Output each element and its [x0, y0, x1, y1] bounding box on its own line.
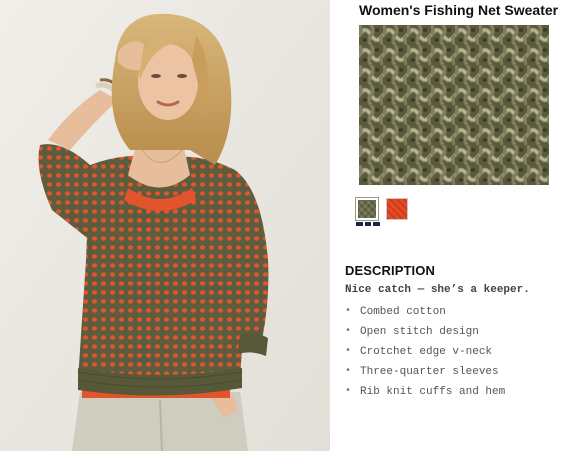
- bullet-icon: •: [345, 366, 352, 377]
- bullet-icon: •: [345, 346, 352, 357]
- description-tagline: Nice catch — she’s a keeper.: [345, 284, 530, 296]
- description-heading: DESCRIPTION: [345, 263, 435, 278]
- feature-text: Crotchet edge v-neck: [360, 346, 493, 358]
- bullet-icon: •: [345, 326, 352, 337]
- swatch-zoom-image: [359, 25, 549, 185]
- product-page: Women's Fishing Net Sweater DESCRIPTION …: [0, 0, 569, 451]
- feature-text: Rib knit cuffs and hem: [360, 386, 506, 398]
- indicator-segment: [373, 222, 381, 226]
- selected-swatch-indicator: [356, 222, 381, 226]
- feature-text: Combed cotton: [360, 306, 446, 318]
- feature-item: • Rib knit cuffs and hem: [345, 385, 505, 405]
- feature-item: • Open stitch design: [345, 325, 505, 345]
- product-title: Women's Fishing Net Sweater: [359, 2, 559, 18]
- swatch-orange[interactable]: [386, 198, 408, 220]
- feature-item: • Three-quarter sleeves: [345, 365, 505, 385]
- swatch-olive[interactable]: [355, 197, 379, 221]
- indicator-segment: [356, 222, 363, 226]
- feature-item: • Combed cotton: [345, 305, 505, 325]
- indicator-segment: [364, 222, 372, 226]
- bullet-icon: •: [345, 306, 352, 317]
- bullet-icon: •: [345, 386, 352, 397]
- feature-text: Open stitch design: [360, 326, 479, 338]
- feature-item: • Crotchet edge v-neck: [345, 345, 505, 365]
- feature-list: • Combed cotton • Open stitch design • C…: [345, 305, 505, 405]
- product-photo[interactable]: [0, 0, 330, 451]
- feature-text: Three-quarter sleeves: [360, 366, 499, 378]
